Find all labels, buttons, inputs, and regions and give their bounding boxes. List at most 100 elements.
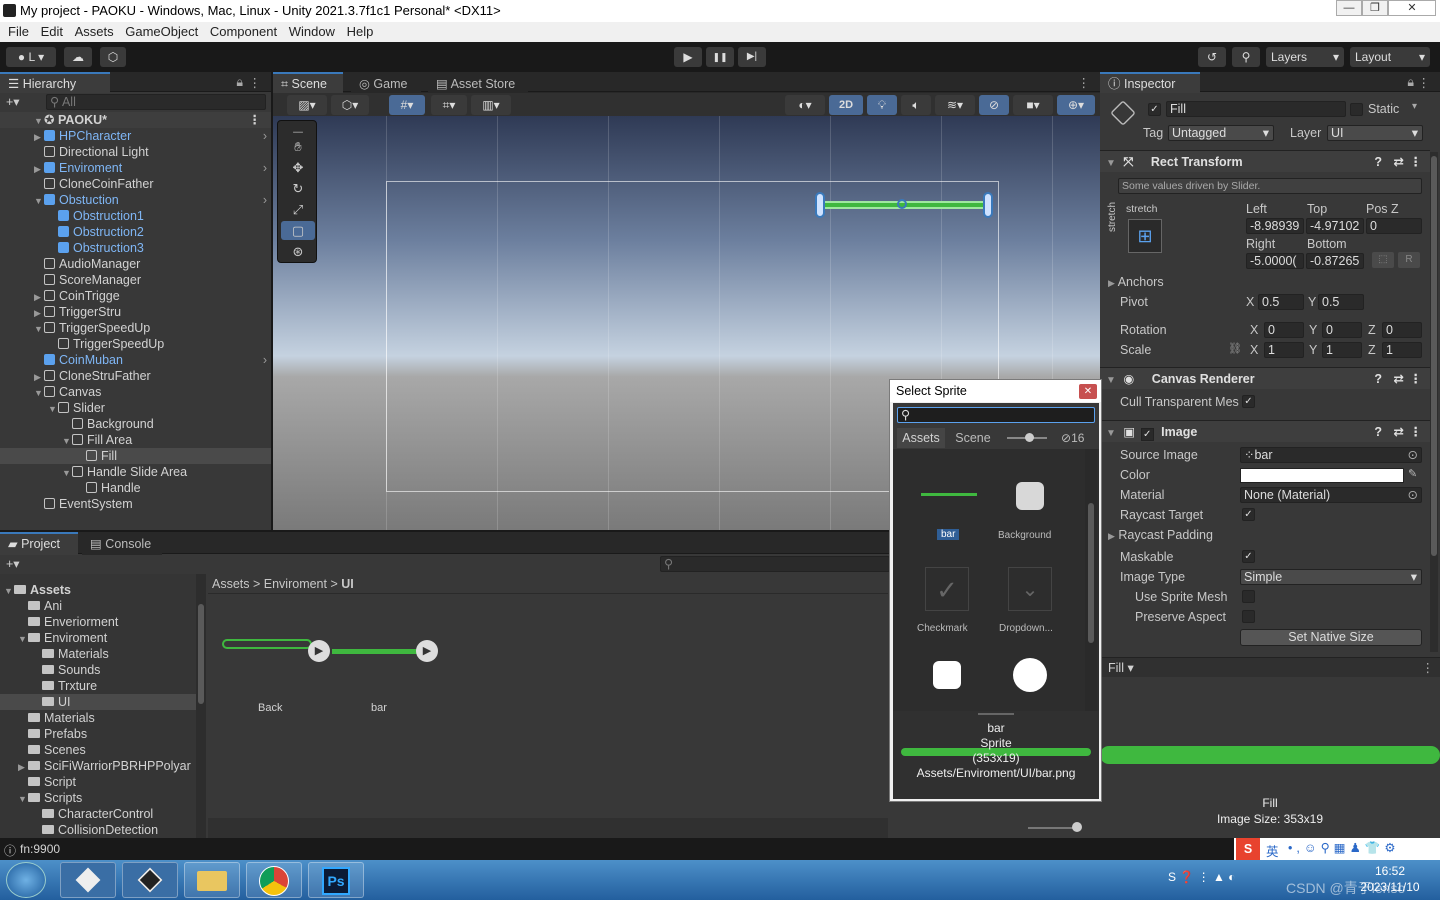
pause-button[interactable]: ❚❚ [706,47,734,67]
menu-component[interactable]: Component [210,22,277,42]
more-icon[interactable]: ⋮ [1078,75,1091,90]
raycast-target-checkbox[interactable]: ✓ [1242,508,1255,521]
layers-dropdown[interactable]: Layers ▾ [1266,47,1344,67]
search-icon[interactable]: ⚲ [1232,47,1260,67]
grid-visibility-icon[interactable]: ▥▾ [471,95,511,115]
raycast-padding-foldout[interactable]: ▶ Raycast Padding [1108,526,1213,544]
project-folder-item[interactable]: CollisionDetection [0,822,196,838]
constrain-scale-icon[interactable]: ⛓︎ [1228,342,1242,355]
history-icon[interactable]: ↺ [1198,47,1226,67]
color-swatch[interactable] [1240,468,1404,483]
project-folder-item[interactable]: Sounds [0,662,196,678]
hand-tool-icon[interactable]: ✋︎ [281,137,315,156]
foldout-arrow-icon[interactable]: ▼ [62,465,72,481]
taskbar-unity-editor[interactable] [122,862,178,898]
menu-gameobject[interactable]: GameObject [125,22,198,42]
tab-scene[interactable]: ⌗ Scene [273,72,343,93]
use-sprite-mesh-checkbox[interactable] [1242,590,1255,603]
hidden-objects-icon[interactable]: ⊘ [979,95,1009,115]
menu-edit[interactable]: Edit [41,22,63,42]
taskbar-explorer[interactable] [184,862,240,898]
foldout-arrow-icon[interactable]: ▶ [34,305,44,321]
anchors-foldout[interactable]: ▶ Anchors [1108,273,1164,291]
back-sprite-thumb[interactable] [222,639,312,649]
layout-dropdown[interactable]: Layout ▾ [1350,47,1430,67]
top-input[interactable]: -4.97102 [1306,218,1364,234]
bar-sprite-thumb[interactable] [332,649,420,654]
collab-icon[interactable]: ⬡ [100,47,126,67]
menu-help[interactable]: Help [347,22,374,42]
tab-inspector[interactable]: ⓘ Inspector [1100,72,1200,93]
hierarchy-item[interactable]: ▼ Slider [0,400,271,416]
project-folder-item[interactable]: ▼ Assets [0,582,196,598]
project-folder-item[interactable]: Ani [0,598,196,614]
foldout-arrow-icon[interactable]: ▼ [34,193,44,209]
foldout-arrow-icon[interactable]: ▼ [62,433,72,449]
hierarchy-item[interactable]: EventSystem [0,496,271,512]
hierarchy-item[interactable]: ▶ TriggerStru [0,304,271,320]
inspector-scrollbar[interactable] [1430,152,1438,652]
foldout-arrow-icon[interactable]: ▼ [4,583,14,599]
lock-icon[interactable]: 🔒︎ [1407,75,1414,90]
hierarchy-item[interactable]: ▼ TriggerSpeedUp [0,320,271,336]
posz-input[interactable]: 0 [1366,218,1422,234]
scale-tool-icon[interactable]: ⤢ [281,200,315,219]
foldout-arrow-icon[interactable]: ▼ [18,631,28,647]
sprite-grid-scrollbar[interactable] [1085,449,1097,711]
draw-mode-icon[interactable]: ▨▾ [287,95,327,115]
hierarchy-search-input[interactable]: ⚲ All [46,94,266,110]
image-header[interactable]: ▼ ▣ ✓ Image? ⇄ ⋮ [1100,420,1430,442]
ime-toolbar[interactable]: S 英 •,☺⚲▦♟👕⚙ [1234,838,1440,860]
foldout-arrow-icon[interactable]: ▼ [34,321,44,337]
close-button[interactable]: ✕ [1388,0,1436,16]
icon-size-slider-knob[interactable] [1072,822,1082,832]
foldout-arrow-icon[interactable]: ▼ [18,791,28,807]
open-prefab-icon[interactable]: › [263,192,267,208]
render-mode-icon[interactable]: ⬡▾ [331,95,369,115]
tree-scrollbar[interactable] [196,574,206,838]
menu-assets[interactable]: Assets [75,22,114,42]
hierarchy-item[interactable]: ▶ HPCharacter › [0,128,271,144]
foldout-arrow-icon[interactable]: ▼ [48,401,58,417]
hierarchy-item[interactable]: ▼ Fill Area [0,432,271,448]
scale-z-input[interactable]: 1 [1382,342,1422,358]
rotation-y-input[interactable]: 0 [1322,322,1362,338]
static-dropdown-icon[interactable]: ▾ [1412,101,1417,112]
snap-increment-icon[interactable]: ⌗▾ [431,95,467,115]
transform-tool-icon[interactable]: ⊛ [281,242,315,261]
hierarchy-item[interactable]: ▶ CloneStruFather [0,368,271,384]
hierarchy-item[interactable]: Background [0,416,271,432]
shading-mode-icon[interactable]: ◐▾ [785,95,825,115]
crumb-ui[interactable]: UI [341,577,354,591]
project-folder-item[interactable]: Trxture [0,678,196,694]
tray-icons[interactable]: S ❓ ⋮ ▲ ◐ [1168,870,1235,884]
rect-handle-right[interactable] [983,192,993,218]
rotate-tool-icon[interactable]: ↻ [281,179,315,198]
hierarchy-item[interactable]: Handle [0,480,271,496]
more-icon[interactable]: ⋮ [1418,75,1431,90]
menu-file[interactable]: File [8,22,29,42]
foldout-arrow-icon[interactable]: ▼ [34,385,44,401]
project-folder-item[interactable]: Scenes [0,742,196,758]
foldout-arrow-icon[interactable]: ▶ [34,161,44,177]
dropdown-arrow-icon[interactable]: ⌄ [1008,567,1052,611]
sprite-background-label[interactable]: Background [998,530,1051,541]
scale-y-input[interactable]: 1 [1322,342,1362,358]
project-folder-item[interactable]: ▼ Scripts [0,790,196,806]
hierarchy-item[interactable]: ▶ Enviroment › [0,160,271,176]
sprite-search-input[interactable]: ⚲ [897,407,1095,423]
hierarchy-item[interactable]: Obstruction3 [0,240,271,256]
open-prefab-icon[interactable]: › [263,352,267,368]
lock-icon[interactable]: 🔒︎ [236,75,243,90]
tab-assets[interactable]: Assets [897,428,945,448]
foldout-arrow-icon[interactable]: ▶ [34,369,44,385]
project-folder-item[interactable]: CharacterControl [0,806,196,822]
create-button[interactable]: +▾ [6,556,20,571]
tag-dropdown[interactable]: Untagged ▾ [1168,125,1274,141]
taskbar-photoshop[interactable]: Ps [308,862,364,898]
ime-lang[interactable]: 英 [1266,841,1279,860]
canvas-renderer-header[interactable]: ▼ ◉ Canvas Renderer? ⇄ ⋮ [1100,367,1430,389]
camera-icon[interactable]: ■▾ [1013,95,1053,115]
rect-handle-left[interactable] [815,192,825,218]
checkmark-icon[interactable]: ✓ [925,567,969,611]
